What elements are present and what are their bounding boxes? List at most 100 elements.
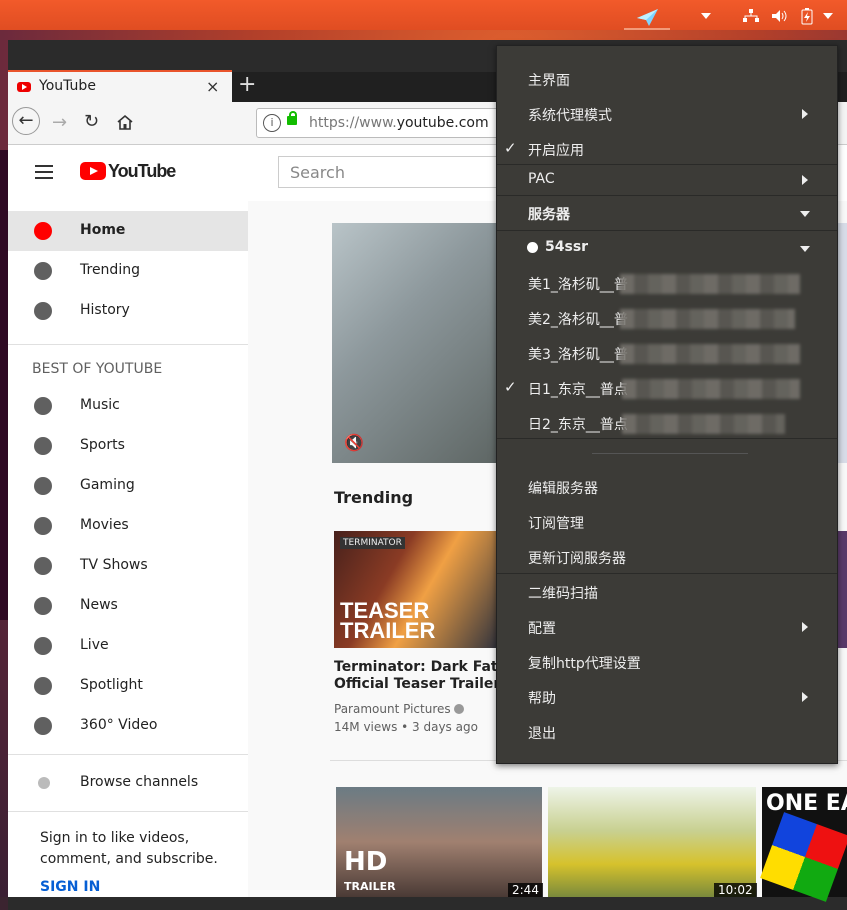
chevron-down-icon[interactable] <box>700 12 712 20</box>
sidebar-item-trending[interactable]: Trending <box>8 251 248 291</box>
menu-item[interactable]: 复制http代理设置 <box>496 645 838 680</box>
sidebar-item-spotlight[interactable]: Spotlight <box>8 666 248 706</box>
sidebar-item-movies[interactable]: Movies <box>8 506 248 546</box>
battery-icon[interactable] <box>800 7 814 25</box>
proxy-tray-icon[interactable] <box>624 4 670 30</box>
info-icon[interactable]: i <box>263 114 281 132</box>
trending-heading[interactable]: Trending <box>334 488 413 507</box>
menu-item-label: 美3_洛杉矶__普 <box>528 347 628 363</box>
news-icon <box>34 597 52 615</box>
menu-icon[interactable] <box>35 165 53 179</box>
music-icon <box>34 397 52 415</box>
menu-item-label: 日2_东京__普点 <box>528 417 628 433</box>
thumbnail-text: ONE EA <box>766 791 847 816</box>
menu-divider <box>497 164 837 165</box>
menu-item[interactable]: 服务器 <box>496 196 838 231</box>
video-channel[interactable]: Paramount Pictures <box>334 702 465 716</box>
menu-item[interactable]: ✓ 开启应用 <box>496 132 838 167</box>
redacted-text <box>620 274 800 294</box>
sidebar-item-gaming[interactable]: Gaming <box>8 466 248 506</box>
sidebar-item-tv-shows[interactable]: TV Shows <box>8 546 248 586</box>
sidebar-item-music[interactable]: Music <box>8 386 248 426</box>
sidebar-item-label: Browse channels <box>80 774 199 790</box>
tab-youtube[interactable]: YouTube × <box>8 70 232 102</box>
next-video-thumbnail <box>838 531 847 648</box>
sidebar-item-label: TV Shows <box>80 557 148 573</box>
video-duration: 2:44 <box>508 883 543 897</box>
menu-divider <box>497 438 837 439</box>
menu-item[interactable]: 退出 <box>496 715 838 750</box>
forward-button[interactable]: → <box>52 112 67 133</box>
search-placeholder: Search <box>290 163 345 182</box>
sidebar-item-360-video[interactable]: 360° Video <box>8 706 248 746</box>
spotlight-icon <box>34 677 52 695</box>
url-text[interactable]: https://www.youtube.com <box>309 115 489 131</box>
url-bar[interactable]: i https://www.youtube.com <box>256 108 516 138</box>
chevron-down-icon <box>800 246 810 252</box>
paper-plane-icon <box>637 9 658 26</box>
signin-button[interactable]: SIGN IN <box>40 879 100 895</box>
sidebar-item-sports[interactable]: Sports <box>8 426 248 466</box>
youtube-logo-icon[interactable] <box>80 162 106 180</box>
home-icon <box>34 222 52 240</box>
video-duration: 10:02 <box>714 883 757 897</box>
sidebar-item-live[interactable]: Live <box>8 626 248 666</box>
menu-item[interactable]: 编辑服务器 <box>496 470 838 505</box>
menu-item-label: 订阅管理 <box>528 516 584 532</box>
menu-divider <box>497 195 837 196</box>
menu-item[interactable]: 更新订阅服务器 <box>496 540 838 575</box>
volume-icon[interactable] <box>770 8 788 24</box>
menu-item[interactable]: 54ssr <box>496 231 838 266</box>
youtube-logo-text[interactable]: YouTube <box>108 161 176 182</box>
search-input[interactable]: Search <box>278 156 518 188</box>
menu-item-label: 54ssr <box>545 239 589 255</box>
chevron-right-icon <box>802 622 808 632</box>
menu-item[interactable]: PAC <box>496 163 838 198</box>
sidebar-item-label: Movies <box>80 517 129 533</box>
sidebar-item-history[interactable]: History <box>8 291 248 331</box>
video-thumbnail[interactable]: HD TRAILER 2:44 <box>336 787 543 897</box>
back-button[interactable]: ← <box>12 107 40 135</box>
menu-item[interactable]: 订阅管理 <box>496 505 838 540</box>
tab-close-button[interactable]: × <box>206 77 219 96</box>
add-circle-icon <box>38 777 50 789</box>
reload-button[interactable]: ↻ <box>84 111 99 132</box>
home-button[interactable] <box>116 114 134 131</box>
video-thumbnail[interactable]: 10:02 <box>548 787 757 897</box>
redacted-text <box>620 344 800 364</box>
network-icon[interactable] <box>742 8 760 24</box>
chevron-down-icon[interactable] <box>822 12 834 20</box>
menu-item[interactable]: 二维码扫描 <box>496 575 838 610</box>
sidebar-divider <box>8 754 248 755</box>
featured-video[interactable]: 🔇 <box>332 223 498 463</box>
trending-icon <box>34 262 52 280</box>
menu-item[interactable]: 配置 <box>496 610 838 645</box>
menu-item[interactable]: 主界面 <box>496 62 838 97</box>
menu-item-label: 服务器 <box>528 207 570 223</box>
video-title[interactable]: Terminator: Dark Fate -Official Teaser T… <box>334 659 499 693</box>
signin-prompt: Sign in to like videos, comment, and sub… <box>40 830 218 867</box>
redacted-text <box>622 379 800 399</box>
sidebar-item-browse-channels[interactable]: Browse channels <box>8 763 248 803</box>
menu-item-label: 更新订阅服务器 <box>528 551 626 567</box>
tv-icon <box>34 557 52 575</box>
menu-item-label: 复制http代理设置 <box>528 656 641 672</box>
sidebar-item-home[interactable]: Home <box>8 211 248 251</box>
menu-item-label: 美2_洛杉矶__普 <box>528 312 628 328</box>
top-panel <box>0 0 847 30</box>
menu-item[interactable]: 系统代理模式 <box>496 97 838 132</box>
menu-item-label: 系统代理模式 <box>528 108 612 124</box>
sidebar-item-news[interactable]: News <box>8 586 248 626</box>
tab-title: YouTube <box>39 78 96 94</box>
new-tab-button[interactable]: + <box>238 72 256 97</box>
chevron-down-icon <box>800 211 810 217</box>
thumbnail-text: TEASER TRAILER <box>340 598 436 643</box>
server-status-icon <box>527 242 538 253</box>
mute-icon[interactable]: 🔇 <box>344 433 364 452</box>
menu-item[interactable]: 帮助 <box>496 680 838 715</box>
vr-icon <box>34 717 52 735</box>
thumbnail-text: TRAILER <box>344 880 396 893</box>
video-thumbnail[interactable]: TERMINATOR TEASER TRAILER <box>334 531 498 648</box>
youtube-favicon-icon <box>17 82 31 92</box>
menu-divider <box>592 453 748 454</box>
